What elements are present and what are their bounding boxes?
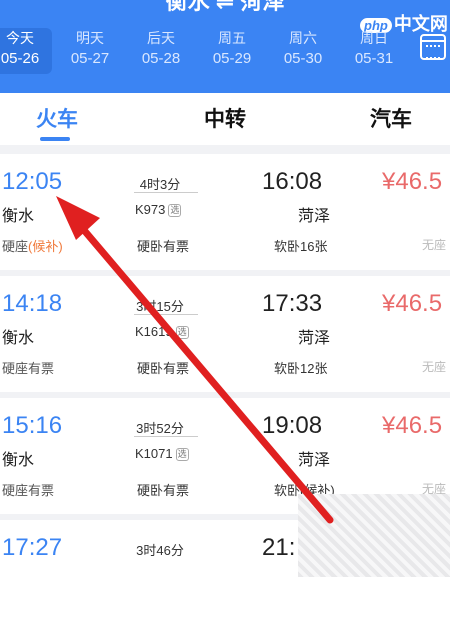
arrival-time: 21: xyxy=(262,534,296,561)
date-item-friday[interactable]: 周五 05-29 xyxy=(200,28,264,74)
departure-station: 衡水 xyxy=(2,330,35,347)
seat-soft-sleeper: 软卧12张 xyxy=(274,361,328,376)
duration: 4时3分 xyxy=(139,177,181,192)
seat-no-seat: 无座 xyxy=(422,238,447,252)
duration-line xyxy=(134,436,198,437)
date-selector: 今天 05-26 明天 05-27 后天 05-28 周五 05-29 周六 0… xyxy=(0,22,420,74)
departure-station: 衡水 xyxy=(2,208,35,225)
departure-time: 12:05 xyxy=(2,168,63,195)
blurred-overlay xyxy=(298,494,450,577)
duration: 3时46分 xyxy=(136,543,184,558)
train-number: K973 选 xyxy=(135,202,182,218)
seat-hard-sleeper: 硬卧有票 xyxy=(137,361,190,376)
date-item-today[interactable]: 今天 05-26 xyxy=(0,28,52,74)
select-seat-badge: 选 xyxy=(168,204,182,218)
seat-hard-sleeper: 硬卧有票 xyxy=(137,239,190,254)
arrival-time: 16:08 xyxy=(262,168,323,195)
arrival-time: 17:33 xyxy=(262,290,323,317)
departure-time: 17:27 xyxy=(2,534,63,561)
duration: 3时15分 xyxy=(136,299,184,314)
header-bar: 衡水 ⇌ 菏泽 php 中文网 今天 05-26 明天 05-27 后天 05-2… xyxy=(0,0,450,93)
ticket-price: ¥46.5 xyxy=(382,290,443,317)
arrival-station: 菏泽 xyxy=(298,452,331,469)
seat-soft-sleeper: 软卧16张 xyxy=(274,239,328,254)
date-item-sunday[interactable]: 周日 05-31 xyxy=(342,28,406,74)
tab-train[interactable]: 火车 xyxy=(36,103,78,133)
date-item-tomorrow[interactable]: 明天 05-27 xyxy=(58,28,122,74)
calendar-icon[interactable] xyxy=(420,34,446,60)
departure-station: 衡水 xyxy=(2,452,35,469)
duration-line xyxy=(134,314,198,315)
select-seat-badge: 选 xyxy=(175,326,189,340)
seat-hard-seat: 硬座(候补) xyxy=(2,239,63,254)
transport-tabs: 火车 中转 汽车 xyxy=(0,93,450,145)
train-number: K1619 选 xyxy=(135,324,189,340)
tab-transfer[interactable]: 中转 xyxy=(204,103,246,133)
arrival-station: 菏泽 xyxy=(298,208,331,225)
train-row[interactable]: 14:18 衡水 硬座有票 3时15分 K1619 选 硬卧有票 17:33 菏泽… xyxy=(0,276,450,392)
seat-hard-sleeper: 硬卧有票 xyxy=(137,483,190,498)
train-number: K1071 选 xyxy=(135,446,189,462)
tab-active-indicator xyxy=(40,137,70,141)
tab-bus[interactable]: 汽车 xyxy=(370,103,412,133)
arrival-time: 19:08 xyxy=(262,412,323,439)
seat-no-seat: 无座 xyxy=(422,360,447,374)
departure-time: 15:16 xyxy=(2,412,63,439)
select-seat-badge: 选 xyxy=(175,448,189,462)
seat-hard-seat: 硬座有票 xyxy=(2,483,55,498)
duration: 3时52分 xyxy=(136,421,184,436)
ticket-price: ¥46.5 xyxy=(382,412,443,439)
train-row[interactable]: 12:05 衡水 硬座(候补) 4时3分 K973 选 硬卧有票 16:08 菏泽… xyxy=(0,154,450,270)
duration-line xyxy=(134,192,198,193)
date-item-day-after[interactable]: 后天 05-28 xyxy=(129,28,193,74)
ticket-price: ¥46.5 xyxy=(382,168,443,195)
date-item-saturday[interactable]: 周六 05-30 xyxy=(271,28,335,74)
seat-hard-seat: 硬座有票 xyxy=(2,361,55,376)
departure-time: 14:18 xyxy=(2,290,63,317)
arrival-station: 菏泽 xyxy=(298,330,331,347)
